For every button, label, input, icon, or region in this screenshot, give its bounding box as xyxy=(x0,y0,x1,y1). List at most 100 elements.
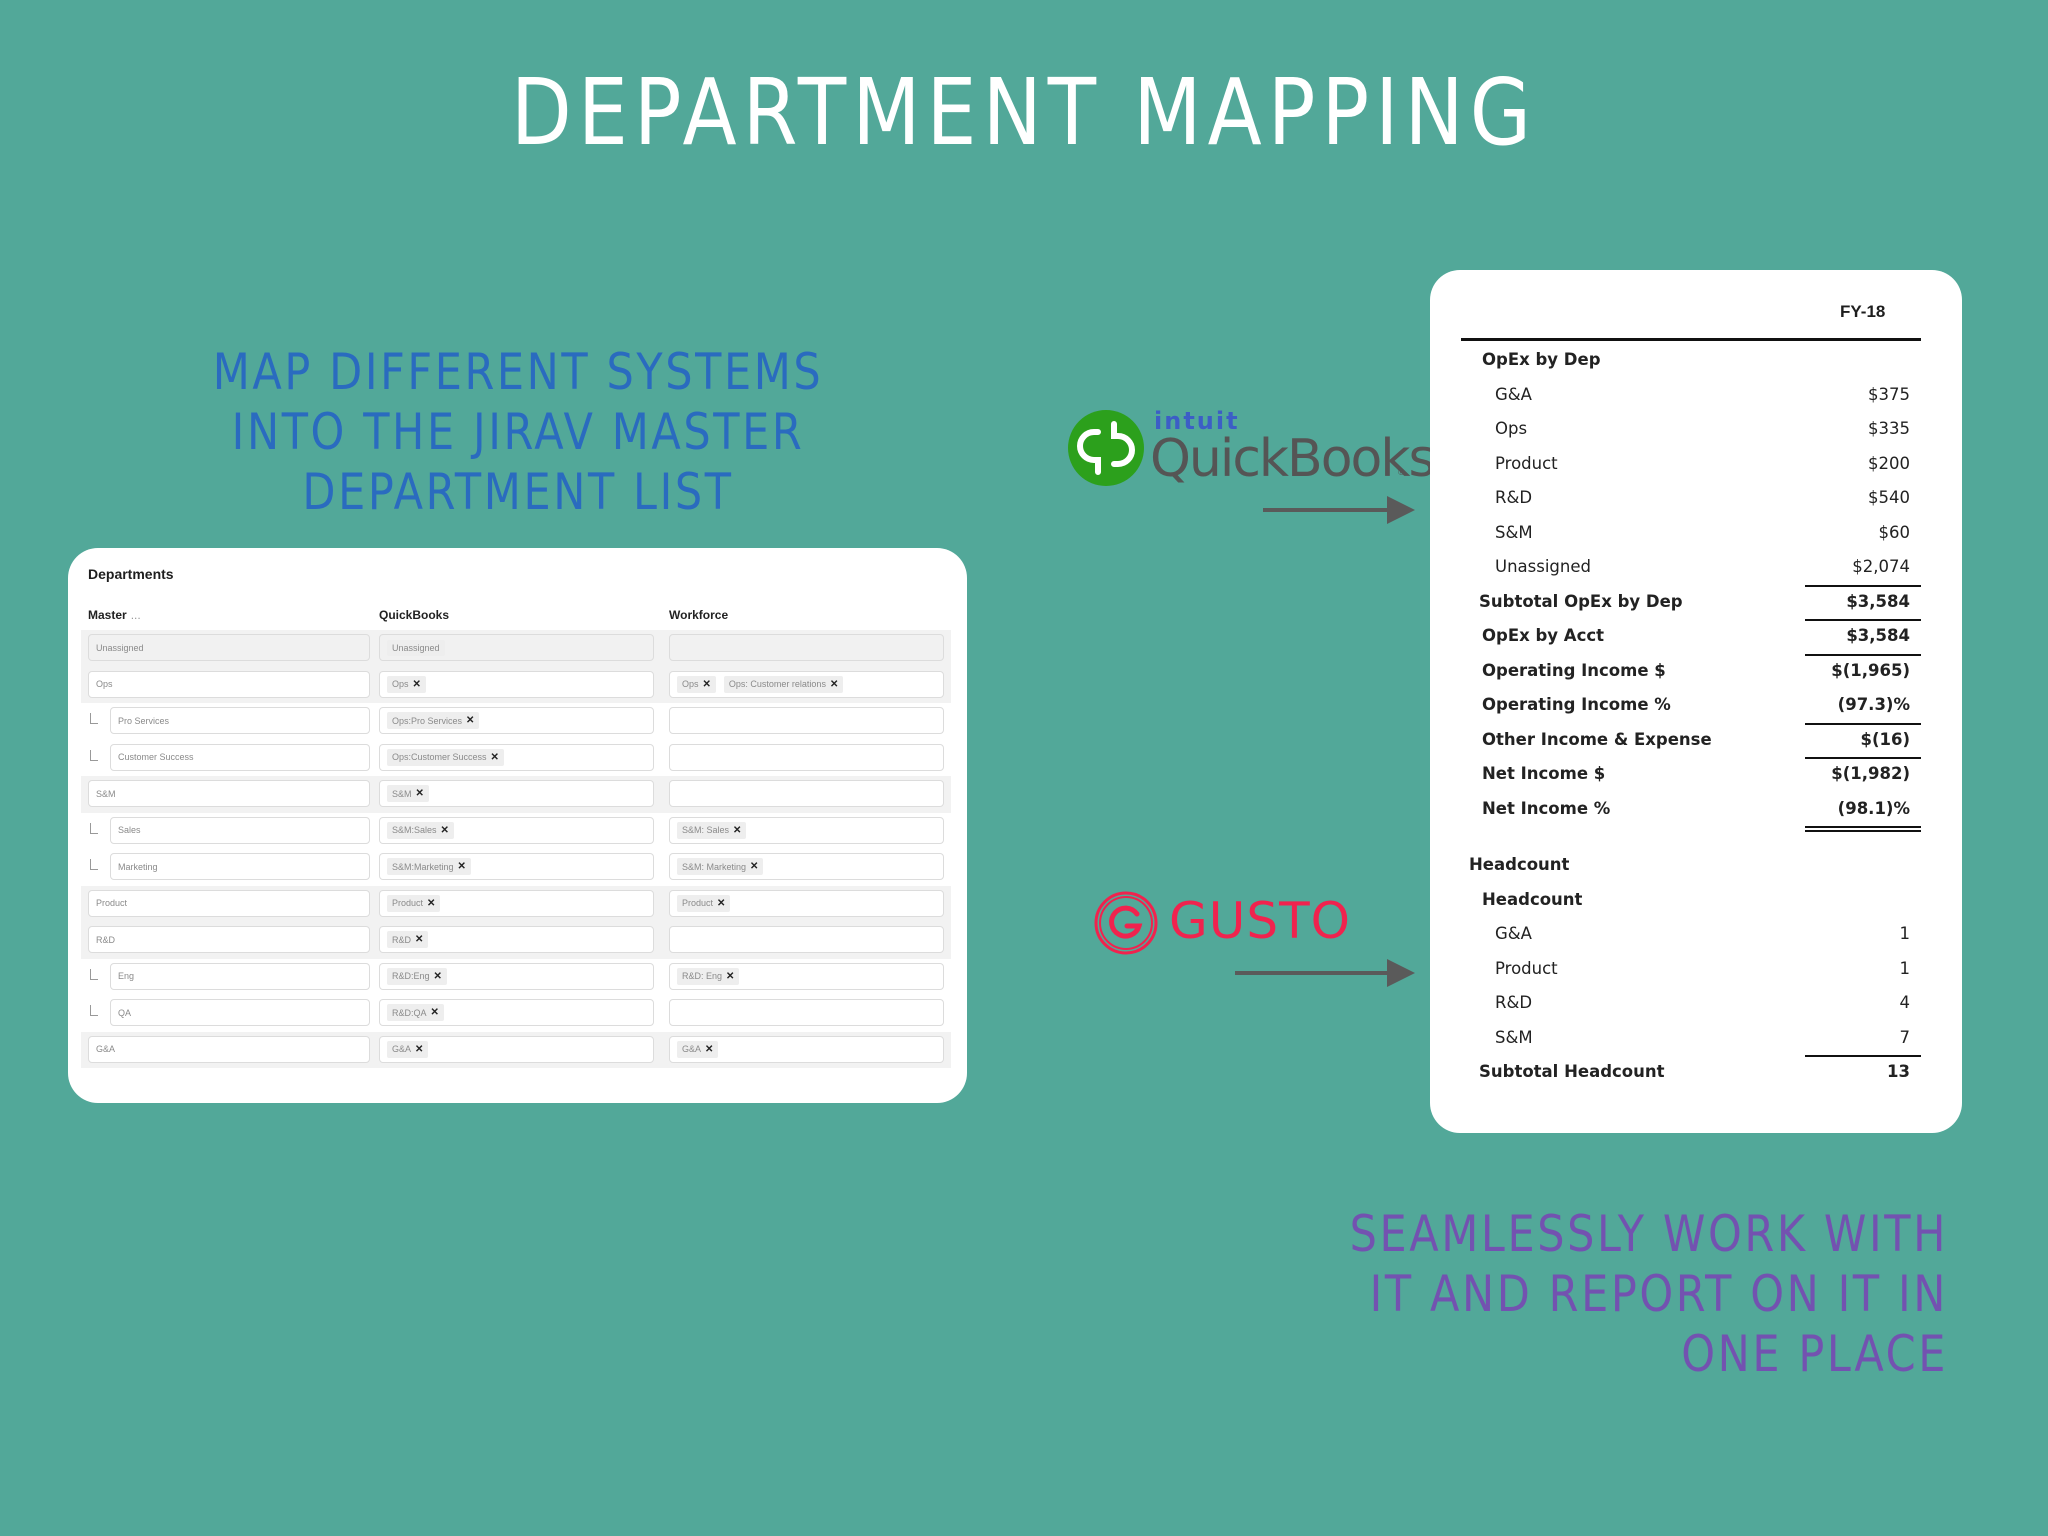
workforce-mapping-chip: S&M: Marketing ✕ xyxy=(677,858,764,875)
workforce-mapping-input[interactable] xyxy=(669,926,944,953)
remove-chip-icon[interactable]: ✕ xyxy=(750,861,758,872)
quickbooks-mapping-input[interactable]: S&M ✕ xyxy=(379,780,654,807)
column-header-quickbooks: QuickBooks xyxy=(379,608,450,622)
right-subtitle-line: ONE PLACE xyxy=(1681,1325,1948,1383)
report-row: R&D $540 xyxy=(1430,482,1962,516)
quickbooks-mapping-input[interactable]: S&M:Marketing ✕ xyxy=(379,853,654,880)
left-subtitle: MAP DIFFERENT SYSTEMS INTO THE JIRAV MAS… xyxy=(174,342,862,522)
workforce-mapping-input[interactable]: S&M: Marketing ✕ xyxy=(669,853,944,880)
chip-label: Product xyxy=(392,898,424,908)
quickbooks-mapping-chip: Product ✕ xyxy=(387,894,441,912)
remove-chip-icon[interactable]: ✕ xyxy=(705,1044,713,1055)
report-row: OpEx by Acct $3,584 xyxy=(1430,620,1962,654)
quickbooks-wordmark: QuickBooks xyxy=(1150,429,1436,489)
workforce-mapping-input[interactable] xyxy=(669,743,944,771)
quickbooks-mapping-input[interactable]: Ops:Customer Success ✕ xyxy=(379,743,654,771)
more-options-icon[interactable]: ... xyxy=(131,608,141,622)
department-row: Pro Services Ops:Pro Services ✕ xyxy=(81,703,951,740)
remove-chip-icon[interactable]: ✕ xyxy=(458,861,466,872)
remove-chip-icon[interactable]: ✕ xyxy=(416,788,424,799)
report-row: S&M 7 xyxy=(1430,1022,1962,1056)
remove-chip-icon[interactable]: ✕ xyxy=(717,898,725,909)
report-row-value: $3,584 xyxy=(1846,591,1910,611)
report-row-label: Ops xyxy=(1495,419,1528,438)
quickbooks-mapping-input[interactable]: S&M:Sales ✕ xyxy=(379,816,654,844)
quickbooks-mapping-chip: Ops:Customer Success ✕ xyxy=(387,748,504,766)
remove-chip-icon[interactable]: ✕ xyxy=(491,752,499,763)
remove-chip-icon[interactable]: ✕ xyxy=(415,934,423,945)
quickbooks-mapping-input[interactable]: Ops ✕ xyxy=(379,670,654,698)
workforce-mapping-input xyxy=(669,634,944,661)
remove-chip-icon[interactable]: ✕ xyxy=(733,825,741,836)
master-department-input[interactable]: QA xyxy=(110,999,370,1026)
tree-branch-icon xyxy=(90,713,98,724)
quickbooks-mapping-input[interactable]: R&D:QA ✕ xyxy=(379,999,654,1026)
quickbooks-mapping-chip: G&A ✕ xyxy=(387,1040,429,1058)
report-row-label: G&A xyxy=(1495,384,1532,404)
master-department-input[interactable]: G&A xyxy=(88,1035,370,1063)
quickbooks-mapping-input[interactable]: R&D ✕ xyxy=(379,926,654,953)
report-row-label: Headcount xyxy=(1482,889,1583,909)
quickbooks-mapping-chip: S&M ✕ xyxy=(387,785,429,802)
workforce-mapping-chip: R&D: Eng ✕ xyxy=(677,967,740,985)
remove-chip-icon[interactable]: ✕ xyxy=(726,971,734,982)
master-department-input[interactable]: Marketing xyxy=(110,853,370,880)
department-row: Unassigned Unassigned xyxy=(81,630,951,667)
remove-chip-icon[interactable]: ✕ xyxy=(830,679,838,690)
report-row-label: Subtotal OpEx by Dep xyxy=(1479,591,1683,611)
workforce-mapping-input[interactable]: G&A ✕ xyxy=(669,1035,944,1063)
tree-branch-icon xyxy=(90,1005,98,1016)
workforce-mapping-input[interactable]: S&M: Sales ✕ xyxy=(669,816,944,844)
department-row: G&A G&A ✕ G&A ✕ xyxy=(81,1031,951,1068)
report-row-label: Product xyxy=(1495,453,1558,473)
remove-chip-icon[interactable]: ✕ xyxy=(466,715,474,726)
report-row-value: $375 xyxy=(1868,384,1910,404)
report-row: Subtotal Headcount 13 xyxy=(1430,1056,1962,1090)
remove-chip-icon[interactable]: ✕ xyxy=(415,1044,423,1055)
quickbooks-mapping-chip: Unassigned xyxy=(387,639,445,656)
department-row: R&D R&D ✕ xyxy=(81,922,951,959)
department-row: Eng R&D:Eng ✕ R&D: Eng ✕ xyxy=(81,959,951,996)
remove-chip-icon[interactable]: ✕ xyxy=(427,898,435,909)
master-department-input[interactable]: Pro Services xyxy=(110,707,370,734)
chip-label: R&D xyxy=(392,934,412,945)
workforce-mapping-input[interactable]: Ops ✕ Ops: Customer relations ✕ xyxy=(669,670,944,698)
master-department-input[interactable]: Product xyxy=(88,889,370,917)
quickbooks-mapping-chip: R&D ✕ xyxy=(387,931,429,948)
quickbooks-mapping-input[interactable]: G&A ✕ xyxy=(379,1035,654,1063)
chip-label: Ops: Customer relations xyxy=(728,679,826,689)
master-department-input[interactable]: R&D xyxy=(88,926,370,953)
page-title: DEPARTMENT MAPPING xyxy=(510,59,1538,166)
remove-chip-icon[interactable]: ✕ xyxy=(441,825,449,836)
column-header-master[interactable]: Master... xyxy=(88,608,141,622)
workforce-mapping-input[interactable]: R&D: Eng ✕ xyxy=(669,962,944,990)
master-department-input[interactable]: Sales xyxy=(110,816,370,844)
remove-chip-icon[interactable]: ✕ xyxy=(431,1007,439,1018)
remove-chip-icon[interactable]: ✕ xyxy=(703,679,711,690)
remove-chip-icon[interactable]: ✕ xyxy=(434,971,442,982)
quickbooks-icon xyxy=(1068,410,1144,486)
chip-label: G&A xyxy=(682,1044,702,1054)
master-department-input[interactable]: Ops xyxy=(88,670,370,698)
report-row-label: OpEx by Dep xyxy=(1482,350,1601,369)
workforce-mapping-chip: S&M: Sales ✕ xyxy=(677,821,747,839)
report-row: Unassigned $2,074 xyxy=(1430,551,1962,585)
quickbooks-mapping-input: Unassigned xyxy=(379,634,654,661)
report-row-label: Operating Income % xyxy=(1482,695,1671,714)
registered-mark: ® xyxy=(1398,467,1405,477)
quickbooks-mapping-input[interactable]: R&D:Eng ✕ xyxy=(379,962,654,990)
column-header-workforce: Workforce xyxy=(669,608,729,622)
workforce-mapping-input[interactable] xyxy=(669,780,944,807)
tree-branch-icon xyxy=(90,822,98,834)
workforce-mapping-input[interactable]: Product ✕ xyxy=(669,889,944,917)
master-department-input[interactable]: S&M xyxy=(88,780,370,807)
report-row: G&A $375 xyxy=(1430,379,1962,413)
workforce-mapping-input[interactable] xyxy=(669,999,944,1026)
master-department-input[interactable]: Customer Success xyxy=(110,743,370,771)
master-department-input[interactable]: Eng xyxy=(110,962,370,990)
report-row-value: $(1,982) xyxy=(1831,764,1910,783)
quickbooks-mapping-input[interactable]: Ops:Pro Services ✕ xyxy=(379,707,654,734)
quickbooks-mapping-input[interactable]: Product ✕ xyxy=(379,889,654,917)
workforce-mapping-input[interactable] xyxy=(669,707,944,734)
remove-chip-icon[interactable]: ✕ xyxy=(413,679,421,690)
